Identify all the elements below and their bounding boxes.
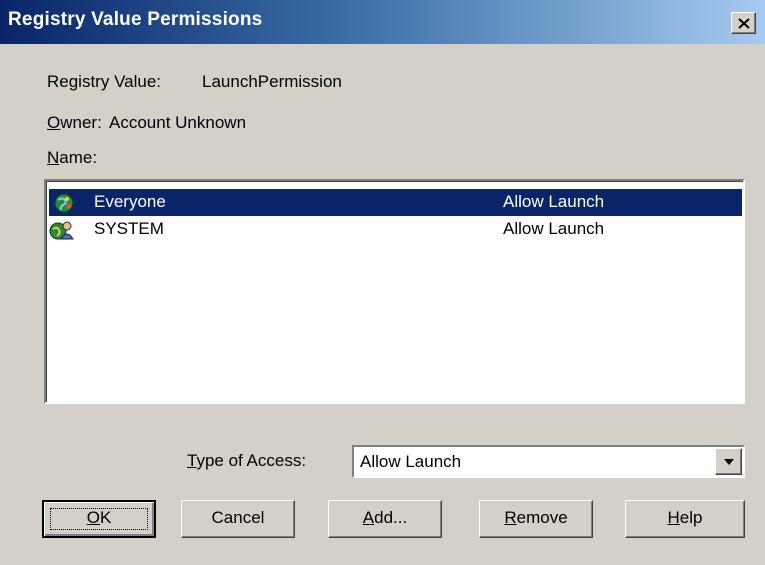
name-label: Name:	[47, 148, 98, 167]
chevron-down-icon	[724, 459, 734, 465]
title-bar: Registry Value Permissions	[0, 0, 765, 44]
owner-value: Account Unknown	[109, 113, 247, 132]
list-item-name: Everyone	[94, 192, 166, 211]
close-button[interactable]	[731, 12, 756, 34]
remove-button-label: Remove	[504, 508, 568, 527]
permissions-list-frame: Everyone Allow Launch SYSTEM Allow Launc…	[46, 181, 743, 402]
registry-value: LaunchPermission	[202, 72, 342, 91]
list-item-permission: Allow Launch	[503, 192, 605, 211]
list-item-name: SYSTEM	[94, 219, 164, 238]
permissions-list[interactable]: Everyone Allow Launch SYSTEM Allow Launc…	[44, 179, 745, 404]
list-item[interactable]: Everyone Allow Launch	[49, 189, 742, 216]
help-button-label: Help	[667, 508, 703, 527]
help-button[interactable]: Help	[625, 500, 745, 538]
close-icon	[738, 18, 750, 29]
focus-rect	[50, 508, 148, 530]
system-user-icon	[49, 221, 74, 240]
owner-label: Owner:	[47, 113, 102, 132]
type-of-access-value: Allow Launch	[360, 452, 462, 471]
add-button[interactable]: Add...	[328, 500, 442, 538]
registry-value-label: Registry Value:	[47, 72, 162, 91]
cancel-button-label: Cancel	[211, 508, 265, 527]
list-item[interactable]: SYSTEM Allow Launch	[49, 216, 742, 243]
list-item-permission: Allow Launch	[503, 219, 605, 238]
ok-button[interactable]: OK	[42, 500, 156, 538]
type-of-access-label: Type of Access:	[187, 451, 307, 470]
type-of-access-dropdown[interactable]: Allow Launch	[352, 445, 745, 478]
window-title: Registry Value Permissions	[8, 9, 263, 30]
group-globe-icon	[54, 193, 74, 213]
dropdown-arrow-button[interactable]	[715, 448, 742, 475]
remove-button[interactable]: Remove	[479, 500, 593, 538]
cancel-button[interactable]: Cancel	[181, 500, 295, 538]
owner-label-rest: wner:	[60, 113, 102, 132]
add-button-label: Add...	[362, 508, 408, 527]
